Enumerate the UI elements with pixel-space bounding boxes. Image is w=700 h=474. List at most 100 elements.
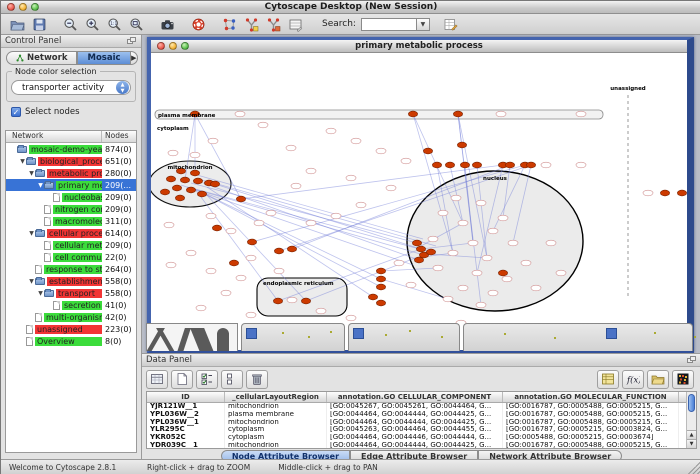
- graph-node-selected[interactable]: [423, 148, 432, 154]
- graph-node-selected[interactable]: [210, 181, 219, 187]
- graph-node-unselected[interactable]: [406, 282, 416, 288]
- graph-node-unselected[interactable]: [168, 150, 178, 156]
- graph-node-unselected[interactable]: [482, 255, 492, 261]
- graph-node-selected[interactable]: [274, 248, 283, 254]
- graph-node-unselected[interactable]: [541, 162, 551, 168]
- graph-node-unselected[interactable]: [291, 183, 301, 189]
- graph-node-unselected[interactable]: [206, 268, 216, 274]
- snapshot-button[interactable]: [157, 15, 178, 33]
- graph-node-unselected[interactable]: [508, 240, 518, 246]
- graph-node-selected[interactable]: [175, 195, 184, 201]
- help-button[interactable]: [188, 15, 209, 33]
- graph-node-unselected[interactable]: [472, 270, 482, 276]
- vizmapper-a-button[interactable]: [241, 15, 262, 33]
- tree-row-primary-metabo[interactable]: ▼primary metabo209(...: [6, 179, 136, 191]
- tree-row-establishment-of-lo[interactable]: ▼establishment of lo558(0): [6, 275, 136, 287]
- graph-node-unselected[interactable]: [498, 215, 508, 221]
- graph-node-unselected[interactable]: [346, 175, 356, 181]
- graph-node-unselected[interactable]: [235, 111, 245, 117]
- graph-node-selected[interactable]: [414, 257, 423, 263]
- new-attribute-button[interactable]: [171, 370, 193, 389]
- graph-node-unselected[interactable]: [438, 210, 448, 216]
- tree-col-nodes[interactable]: Nodes: [102, 131, 136, 142]
- graph-node-unselected[interactable]: [428, 236, 438, 242]
- table-row-YPL036W__2[interactable]: YPL036W__2plasma membrane[GO:0044464, GO…: [147, 411, 686, 419]
- expand-arrow-icon[interactable]: ▼: [37, 290, 44, 297]
- graph-node-unselected[interactable]: [394, 260, 404, 266]
- zoom-out-button[interactable]: [60, 15, 81, 33]
- search-dropdown-button[interactable]: ▼: [417, 18, 430, 31]
- graph-node-selected[interactable]: [186, 187, 195, 193]
- graph-node-selected[interactable]: [460, 162, 469, 168]
- select-nodes-checkbox[interactable]: ✓: [11, 107, 21, 117]
- graph-node-unselected[interactable]: [266, 210, 276, 216]
- graph-node-selected[interactable]: [229, 260, 238, 266]
- graph-node-unselected[interactable]: [356, 202, 366, 208]
- network-window-fragment[interactable]: [463, 323, 693, 351]
- tree-row-cellular-process[interactable]: ▼cellular process614(0): [6, 227, 136, 239]
- expand-arrow-icon[interactable]: ▼: [28, 170, 35, 177]
- graph-node-selected[interactable]: [180, 177, 189, 183]
- graph-edge[interactable]: [191, 183, 417, 243]
- graph-node-unselected[interactable]: [306, 168, 316, 174]
- column-header-3[interactable]: annotation.GO CELLULAR_COMPONENT: [327, 392, 503, 402]
- graph-node-unselected[interactable]: [476, 302, 486, 308]
- graph-node-unselected[interactable]: [287, 297, 297, 303]
- graph-node-unselected[interactable]: [576, 162, 586, 168]
- graph-node-selected[interactable]: [212, 225, 221, 231]
- graph-node-selected[interactable]: [247, 239, 256, 245]
- network-view-button[interactable]: [219, 15, 240, 33]
- import-table-button[interactable]: [440, 15, 461, 33]
- graph-node-selected[interactable]: [677, 190, 686, 196]
- tree-row-nitrogen-compo[interactable]: nitrogen compo209(0): [6, 203, 136, 215]
- float-panel-icon[interactable]: [687, 356, 697, 364]
- graph-node-unselected[interactable]: [386, 185, 396, 191]
- graph-node-unselected[interactable]: [401, 158, 411, 164]
- graph-node-unselected[interactable]: [331, 213, 341, 219]
- graph-node-selected[interactable]: [453, 111, 462, 117]
- tree-row-secretion[interactable]: secretion41(0): [6, 299, 136, 311]
- column-header-2[interactable]: _cellularLayoutRegion: [225, 392, 327, 402]
- network-graph[interactable]: plasma membranecytoplasmmitochondrionnuc…: [151, 53, 687, 325]
- scroll-down-button[interactable]: ▼: [687, 439, 696, 448]
- graph-node-unselected[interactable]: [443, 296, 453, 302]
- graph-node-unselected[interactable]: [433, 265, 443, 271]
- zoom-actual-button[interactable]: 1:1: [104, 15, 125, 33]
- graph-node-selected[interactable]: [301, 298, 310, 304]
- graph-node-unselected[interactable]: [521, 260, 531, 266]
- tab-mosaic[interactable]: Mosaic: [77, 51, 130, 65]
- graph-node-unselected[interactable]: [316, 308, 326, 314]
- graph-node-selected[interactable]: [273, 298, 282, 304]
- column-header-1[interactable]: ID: [147, 392, 225, 402]
- network-window-titlebar[interactable]: primary metabolic process: [151, 40, 687, 53]
- graph-node-unselected[interactable]: [556, 270, 566, 276]
- graph-node-selected[interactable]: [376, 300, 385, 306]
- graph-node-selected[interactable]: [505, 162, 514, 168]
- graph-node-unselected[interactable]: [274, 268, 284, 274]
- table-row-YJR121W__1[interactable]: YJR121W__1mitochondrion[GO:0045267, GO:0…: [147, 403, 686, 411]
- save-button[interactable]: [29, 15, 50, 33]
- scrollbar-thumb[interactable]: [688, 394, 695, 412]
- tree-row-unassigned[interactable]: unassigned223(0): [6, 323, 136, 335]
- graph-node-unselected[interactable]: [502, 276, 512, 282]
- graph-node-unselected[interactable]: [258, 122, 268, 128]
- graph-node-unselected[interactable]: [496, 111, 506, 117]
- graph-node-unselected[interactable]: [164, 222, 174, 228]
- graph-node-unselected[interactable]: [531, 285, 541, 291]
- graph-node-selected[interactable]: [160, 189, 169, 195]
- graph-node-selected[interactable]: [412, 240, 421, 246]
- graph-node-unselected[interactable]: [221, 290, 231, 296]
- select-attributes-button[interactable]: [196, 370, 218, 389]
- graph-node-selected[interactable]: [426, 249, 435, 255]
- graph-node-selected[interactable]: [416, 246, 425, 252]
- graph-node-selected[interactable]: [408, 111, 417, 117]
- graph-node-unselected[interactable]: [448, 250, 458, 256]
- import-attributes-button[interactable]: [647, 370, 669, 389]
- vizmapper-b-button[interactable]: [263, 15, 284, 33]
- graph-node-unselected[interactable]: [376, 148, 386, 154]
- graph-node-unselected[interactable]: [458, 220, 468, 226]
- graph-node-unselected[interactable]: [246, 255, 256, 261]
- annotation-grid-button[interactable]: [285, 15, 306, 33]
- graph-node-selected[interactable]: [457, 142, 466, 148]
- tree-row-mosaic-demo-yeast[interactable]: mosaic-demo-yeast874(0): [6, 143, 136, 155]
